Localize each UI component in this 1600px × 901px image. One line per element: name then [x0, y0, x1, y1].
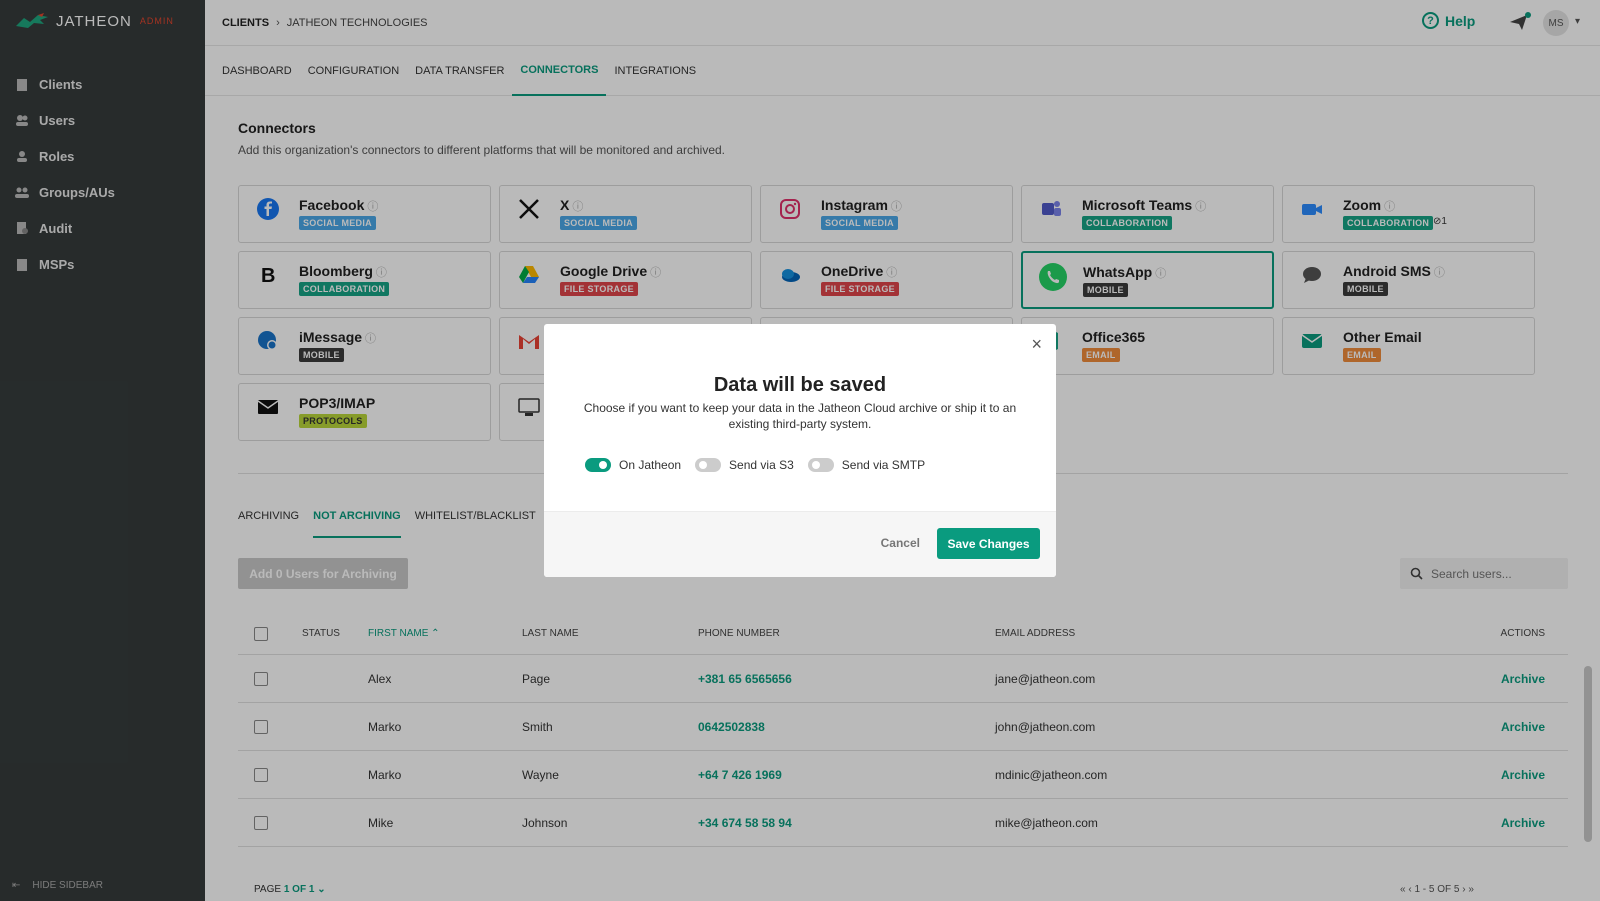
- toggle-switch[interactable]: [585, 458, 611, 472]
- toggle-on-jatheon[interactable]: On Jatheon: [585, 458, 681, 472]
- toggle-label: Send via S3: [729, 458, 794, 472]
- toggle-label: On Jatheon: [619, 458, 682, 472]
- modal-description: Choose if you want to keep your data in …: [583, 401, 1017, 431]
- toggle-send-via-smtp[interactable]: Send via SMTP: [807, 458, 926, 472]
- modal-title: Data will be saved: [713, 374, 887, 396]
- toggle-switch[interactable]: [695, 458, 722, 472]
- toggle-switch[interactable]: [807, 458, 834, 472]
- save-changes-button[interactable]: Save Changes: [937, 528, 1040, 559]
- storage-options: On Jatheon Send via S3 Send via SMTP: [585, 458, 925, 472]
- modal-footer: Cancel Save Changes: [544, 511, 1056, 577]
- cancel-button[interactable]: Cancel: [881, 536, 920, 550]
- data-saved-modal: × Data will be saved Choose if you want …: [544, 324, 1056, 577]
- close-icon[interactable]: ×: [1031, 334, 1042, 355]
- toggle-send-via-s3[interactable]: Send via S3: [695, 458, 794, 472]
- toggle-label: Send via SMTP: [841, 458, 926, 472]
